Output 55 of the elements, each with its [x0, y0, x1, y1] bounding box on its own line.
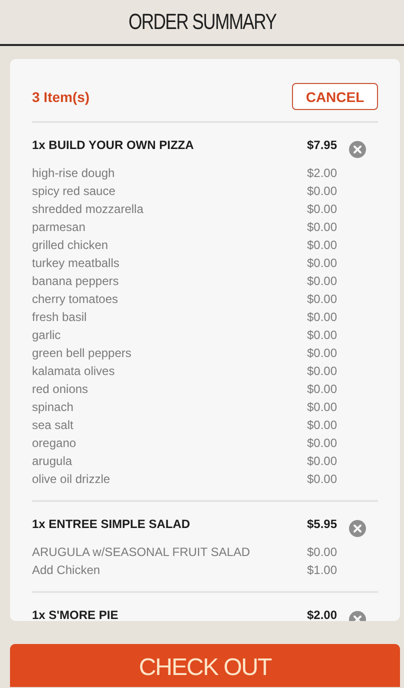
item-price: $2.00: [306, 608, 337, 621]
item-title: 1x BUILD YOUR OWN PIZZA: [32, 138, 195, 152]
modifier-price: $0.00: [306, 472, 337, 486]
modifier-name: turkey meatballs: [32, 256, 120, 270]
modifier-name: green bell peppers: [32, 346, 132, 360]
item-count: 3 Item(s): [32, 88, 90, 104]
modifier-name: grilled chicken: [32, 238, 110, 252]
modifier-price: $0.00: [306, 184, 337, 198]
modifier-price: $0.00: [306, 364, 337, 378]
modifier-name: kalamata olives: [32, 364, 116, 378]
modifier-name: arugula: [32, 454, 74, 468]
close-icon: [353, 524, 362, 532]
modifier-price: $0.00: [306, 400, 337, 414]
modifier-price: $0.00: [306, 382, 337, 396]
modifier-name: sea salt: [32, 418, 74, 432]
modifier-price: $0.00: [306, 274, 337, 288]
modifier-price: $0.00: [306, 436, 337, 450]
modifier-name: oregano: [32, 436, 78, 450]
modifier-name: spicy red sauce: [32, 184, 116, 198]
modifier-name: shredded mozzarella: [32, 202, 144, 216]
remove-button[interactable]: [349, 520, 366, 536]
modifier-price: $0.00: [306, 454, 337, 468]
modifier-price: $0.00: [306, 202, 337, 216]
modifier-price: $0.00: [306, 220, 337, 234]
modifier-price: $0.00: [306, 256, 337, 270]
item-title: 1x S'MORE PIE: [32, 608, 120, 621]
remove-button[interactable]: [349, 140, 366, 158]
modifier-price: $0.00: [306, 310, 337, 324]
modifier-name: red onions: [32, 382, 90, 396]
modifier-name: olive oil drizzle: [32, 472, 112, 486]
item-price: $7.95: [306, 138, 337, 152]
cancel-button[interactable]: CANCEL: [292, 83, 378, 110]
modifier-price: $1.00: [306, 563, 337, 577]
close-icon: [353, 614, 362, 621]
modifier-name: cherry tomatoes: [32, 292, 120, 306]
modifier-name: Add Chicken: [32, 563, 102, 577]
modifier-price: $0.00: [306, 418, 337, 432]
modifier-price: $0.00: [306, 292, 337, 306]
modifier-name: high-rise dough: [32, 166, 116, 180]
modifier-price: $0.00: [306, 328, 337, 342]
modifier-price: $0.00: [306, 346, 337, 360]
modifier-name: fresh basil: [32, 310, 88, 324]
checkout-button[interactable]: CHECK OUT: [10, 644, 400, 687]
modifier-name: parmesan: [32, 220, 86, 234]
modifier-name: ARUGULA w/SEASONAL FRUIT SALAD: [32, 545, 252, 559]
close-icon: [353, 144, 362, 154]
modifier-name: garlic: [32, 328, 62, 342]
page-title: ORDER SUMMARY: [128, 9, 276, 35]
item-title: 1x ENTREE SIMPLE SALAD: [32, 517, 192, 531]
modifier-price: $0.00: [306, 545, 337, 559]
modifier-price: $2.00: [306, 166, 337, 180]
item-price: $5.95: [306, 517, 337, 531]
modifier-price: $0.00: [306, 238, 337, 252]
modifier-name: banana peppers: [32, 274, 120, 288]
modifier-name: spinach: [32, 400, 74, 414]
